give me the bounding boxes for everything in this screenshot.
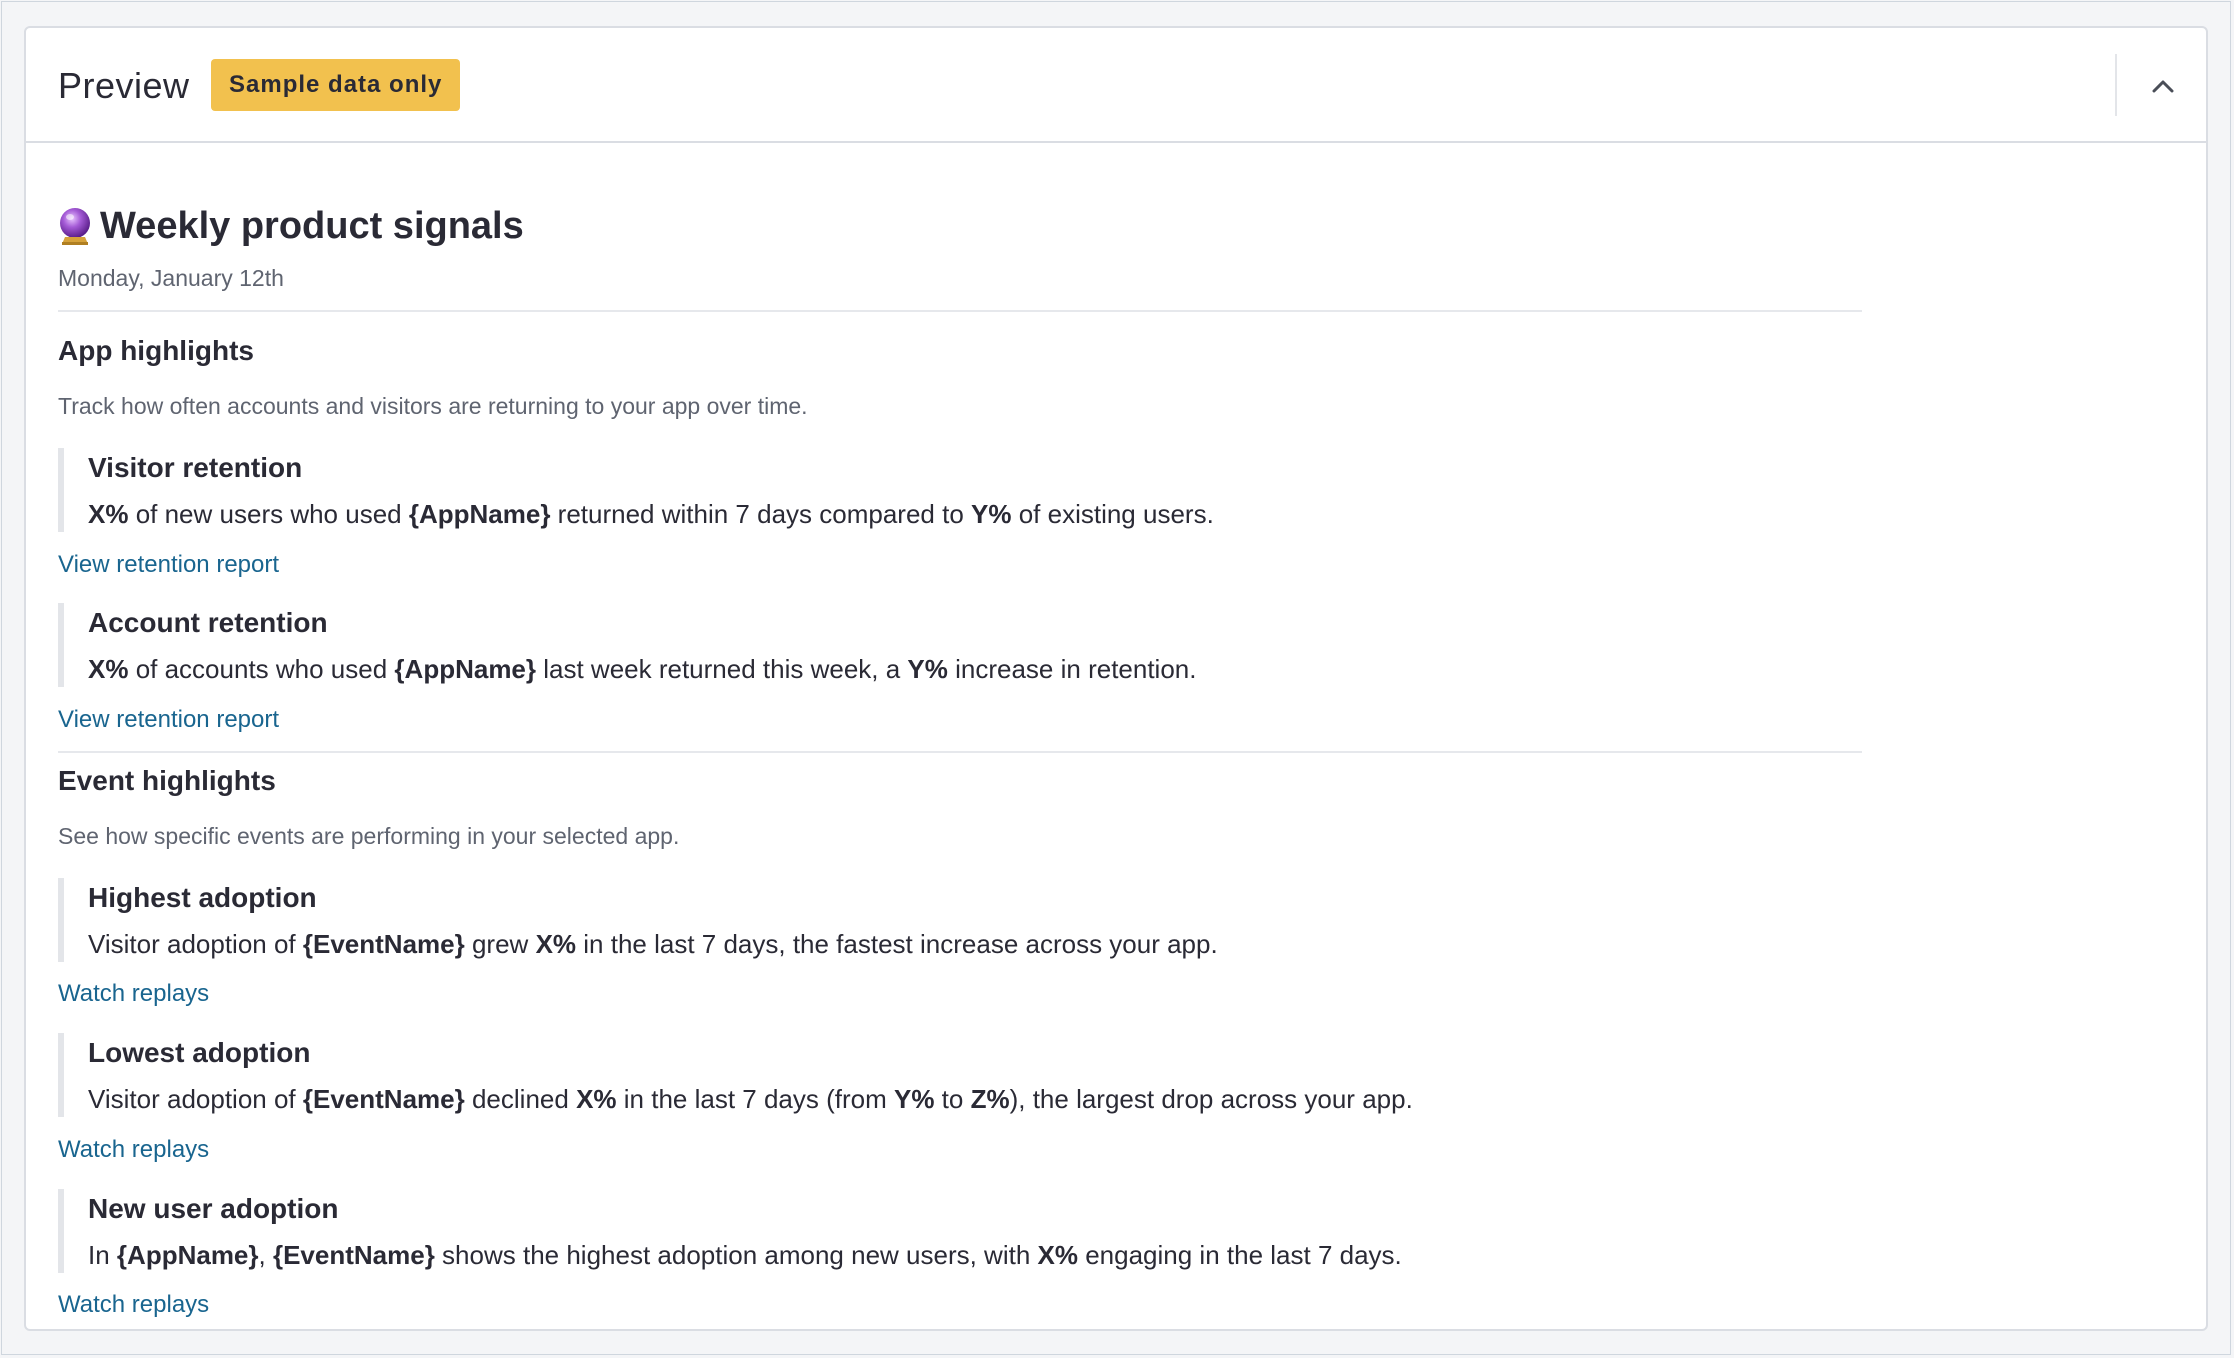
- highlight-new-user-adoption: New user adoption In {AppName}, {EventNa…: [58, 1189, 1838, 1273]
- highlight-text: Visitor adoption of {EventName} grew X% …: [88, 926, 1838, 962]
- text-segment: of existing users.: [1011, 499, 1214, 529]
- text-segment: ), the largest drop across your app.: [1009, 1084, 1413, 1114]
- chevron-up-icon: [2152, 80, 2174, 93]
- sample-data-badge: Sample data only: [211, 59, 461, 111]
- placeholder-value: {EventName}: [302, 929, 465, 959]
- divider: [58, 310, 1862, 312]
- text-segment: of new users who used: [128, 499, 409, 529]
- section-description: Track how often accounts and visitors ar…: [58, 393, 808, 419]
- placeholder-value: X%: [576, 1084, 617, 1114]
- panel-title: Preview: [58, 65, 190, 106]
- watch-replays-link[interactable]: Watch replays: [58, 979, 209, 1009]
- highlight-account-retention: Account retention X% of accounts who use…: [58, 603, 1838, 687]
- app-frame: Preview Sample data only Weekly product …: [1, 1, 2231, 1355]
- text-segment: grew: [464, 929, 536, 959]
- placeholder-value: X%: [1037, 1240, 1078, 1270]
- divider: [58, 751, 1862, 753]
- highlight-lowest-adoption: Lowest adoption Visitor adoption of {Eve…: [58, 1033, 1838, 1117]
- collapse-button[interactable]: [2141, 64, 2185, 108]
- highlight-text: X% of accounts who used {AppName} last w…: [88, 651, 1838, 687]
- section-title-event-highlights: Event highlights: [58, 765, 276, 796]
- text-segment: Visitor adoption of: [88, 929, 303, 959]
- placeholder-value: {EventName}: [272, 1240, 435, 1270]
- text-segment: declined: [464, 1084, 577, 1114]
- placeholder-value: X%: [88, 499, 129, 529]
- section-description: See how specific events are performing i…: [58, 823, 680, 849]
- watch-replays-link[interactable]: Watch replays: [58, 1135, 209, 1165]
- text-segment: in the last 7 days (from: [616, 1084, 894, 1114]
- placeholder-value: {AppName}: [394, 654, 537, 684]
- highlight-text: In {AppName}, {EventName} shows the high…: [88, 1237, 1838, 1273]
- text-segment: increase in retention.: [947, 654, 1197, 684]
- preview-header: Preview Sample data only: [26, 28, 2206, 143]
- placeholder-value: X%: [88, 654, 129, 684]
- text-segment: to: [934, 1084, 971, 1114]
- text-segment: of accounts who used: [128, 654, 395, 684]
- placeholder-value: Y%: [907, 654, 948, 684]
- highlight-text: Visitor adoption of {EventName} declined…: [88, 1081, 1838, 1117]
- highlight-highest-adoption: Highest adoption Visitor adoption of {Ev…: [58, 878, 1838, 962]
- text-segment: In: [88, 1240, 117, 1270]
- placeholder-value: {AppName}: [116, 1240, 259, 1270]
- watch-replays-link[interactable]: Watch replays: [58, 1290, 209, 1320]
- text-segment: engaging in the last 7 days.: [1077, 1240, 1402, 1270]
- highlight-title: Lowest adoption: [88, 1037, 311, 1068]
- placeholder-value: Z%: [970, 1084, 1010, 1114]
- view-retention-report-link[interactable]: View retention report: [58, 550, 279, 580]
- view-retention-report-link[interactable]: View retention report: [58, 705, 279, 735]
- text-segment: last week returned this week, a: [536, 654, 908, 684]
- report-title: Weekly product signals: [58, 201, 524, 251]
- highlight-visitor-retention: Visitor retention X% of new users who us…: [58, 448, 1838, 532]
- text-segment: returned within 7 days compared to: [550, 499, 972, 529]
- preview-panel: Preview Sample data only Weekly product …: [24, 26, 2208, 1331]
- placeholder-value: {AppName}: [408, 499, 551, 529]
- placeholder-value: X%: [535, 929, 577, 959]
- highlight-text: X% of new users who used {AppName} retur…: [88, 496, 1838, 532]
- crystal-ball-icon: [60, 208, 90, 245]
- text-segment: shows the highest adoption among new use…: [434, 1240, 1038, 1270]
- text-segment: ,: [258, 1240, 273, 1270]
- placeholder-value: {EventName}: [302, 1084, 465, 1114]
- text-segment: in the last 7 days, the fastest increase…: [576, 929, 1218, 959]
- highlight-title: Highest adoption: [88, 882, 317, 913]
- text-segment: Visitor adoption of: [88, 1084, 303, 1114]
- highlight-title: Visitor retention: [88, 452, 303, 483]
- section-title-app-highlights: App highlights: [58, 335, 254, 366]
- header-divider: [2115, 54, 2117, 116]
- highlight-title: New user adoption: [88, 1193, 339, 1224]
- report-title-text: Weekly product signals: [100, 205, 524, 247]
- placeholder-value: Y%: [971, 499, 1012, 529]
- report-date: Monday, January 12th: [58, 265, 284, 291]
- placeholder-value: Y%: [893, 1084, 935, 1114]
- highlight-title: Account retention: [88, 607, 328, 638]
